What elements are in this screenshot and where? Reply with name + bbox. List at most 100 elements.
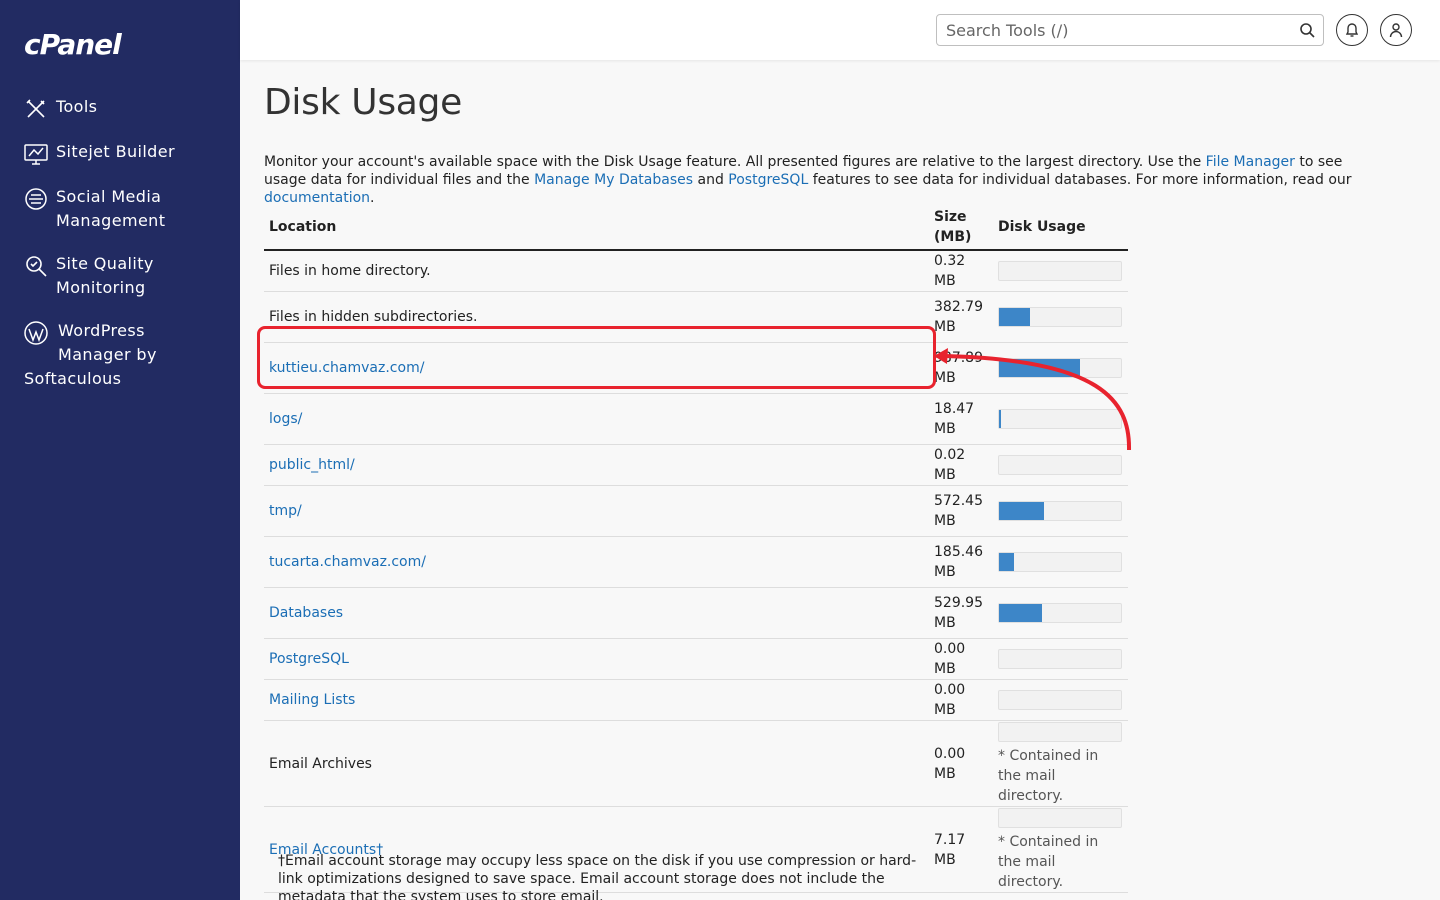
usage-header: Disk Usage — [993, 204, 1128, 251]
sidebar-item-social-media[interactable]: Social Media Management — [0, 182, 240, 233]
usage-cell: * Contained in the mail directory. — [993, 806, 1128, 893]
usage-cell — [993, 536, 1128, 588]
user-menu-button[interactable] — [1380, 14, 1412, 46]
size-cell: 7.17 MB — [929, 806, 993, 893]
top-header — [240, 0, 1440, 60]
disk-usage-table: Location Size (MB) Disk Usage Files in h… — [264, 204, 1128, 893]
search-input[interactable] — [937, 15, 1277, 45]
size-cell: 0.00 MB — [929, 679, 993, 721]
usage-cell — [993, 291, 1128, 343]
location-cell: public_html/ — [264, 444, 929, 486]
table-row: Files in home directory. 0.32 MB — [264, 250, 1128, 292]
site-quality-icon — [24, 254, 48, 278]
sidebar-item-label: Tools — [56, 97, 98, 116]
location-link[interactable]: tmp/ — [269, 503, 302, 519]
location-cell: tucarta.chamvaz.com/ — [264, 536, 929, 588]
location-link[interactable]: Databases — [269, 605, 343, 621]
search-box[interactable] — [936, 14, 1324, 46]
usage-bar-fill — [999, 604, 1042, 622]
tools-icon — [24, 97, 48, 121]
usage-cell — [993, 250, 1128, 292]
annotation-arrow — [934, 348, 1132, 451]
usage-bar-fill — [999, 308, 1030, 326]
notifications-button[interactable] — [1336, 14, 1368, 46]
location-label: Files in hidden subdirectories. — [269, 309, 478, 325]
sidebar-item-site-quality[interactable]: Site Quality Monitoring — [0, 249, 240, 300]
sidebar-item-label: Social Media Management — [56, 187, 166, 230]
postgresql-link[interactable]: PostgreSQL — [728, 172, 808, 188]
usage-bar-fill — [999, 502, 1044, 520]
highlight-box — [257, 326, 936, 389]
size-cell: 0.32 MB — [929, 250, 993, 292]
size-cell: 0.00 MB — [929, 638, 993, 680]
location-link[interactable]: public_html/ — [269, 457, 355, 473]
user-icon — [1389, 23, 1403, 38]
sidebar-nav: Tools Sitejet Builder Social Media Manag… — [0, 92, 240, 407]
location-cell: tmp/ — [264, 485, 929, 537]
file-manager-link[interactable]: File Manager — [1206, 154, 1295, 170]
location-cell: Databases — [264, 587, 929, 639]
location-link[interactable]: logs/ — [269, 411, 302, 427]
table-row: Mailing Lists 0.00 MB — [264, 679, 1128, 721]
sitejet-icon — [24, 142, 48, 166]
location-label: Email Archives — [269, 755, 372, 772]
location-cell: Mailing Lists — [264, 679, 929, 721]
table-row: Email Archives 0.00 MB * Contained in the … — [264, 720, 1128, 807]
usage-bar — [998, 649, 1122, 669]
table-header-row: Location Size (MB) Disk Usage — [264, 204, 1128, 251]
usage-bar — [998, 501, 1122, 521]
table-row: PostgreSQL 0.00 MB — [264, 638, 1128, 680]
location-header: Location — [264, 204, 929, 251]
size-header: Size (MB) — [929, 204, 993, 251]
usage-bar — [998, 552, 1122, 572]
social-media-icon — [24, 187, 48, 211]
sidebar-item-label: WordPress — [58, 321, 145, 340]
bell-icon — [1345, 23, 1359, 37]
usage-bar-fill — [999, 553, 1014, 571]
location-link[interactable]: PostgreSQL — [269, 651, 349, 667]
sidebar-item-sitejet[interactable]: Sitejet Builder — [0, 137, 240, 166]
usage-bar — [998, 807, 1122, 828]
email-footnote: †Email account storage may occupy less s… — [278, 853, 917, 900]
sidebar-item-label: Softaculous — [24, 369, 122, 388]
size-cell: 529.95 MB — [929, 587, 993, 639]
usage-cell — [993, 587, 1128, 639]
usage-cell — [993, 679, 1128, 721]
location-cell: Email Archives — [264, 720, 929, 807]
location-link[interactable]: tucarta.chamvaz.com/ — [269, 554, 426, 570]
usage-cell — [993, 485, 1128, 537]
usage-note: * Contained in the mail directory. — [998, 747, 1099, 804]
usage-bar — [998, 603, 1122, 623]
usage-cell: * Contained in the mail directory. — [993, 720, 1128, 807]
location-cell: Files in home directory. — [264, 250, 929, 292]
usage-bar — [998, 690, 1122, 710]
usage-bar — [998, 307, 1122, 327]
usage-note: * Contained in the mail directory. — [998, 833, 1099, 890]
wordpress-icon — [24, 321, 48, 345]
sidebar-item-wordpress[interactable]: WordPress Manager by Softaculous — [0, 316, 240, 391]
sidebar: cPanel Tools Sitejet Builder Social Medi… — [0, 0, 240, 900]
size-cell: 0.00 MB — [929, 720, 993, 807]
search-icon[interactable] — [1299, 22, 1315, 38]
usage-bar — [998, 721, 1122, 742]
size-cell: 572.45 MB — [929, 485, 993, 537]
table-row: tucarta.chamvaz.com/185.46 MB — [264, 536, 1128, 588]
table-row: Databases 529.95 MB — [264, 587, 1128, 639]
location-label: Files in home directory. — [269, 263, 431, 279]
usage-cell — [993, 638, 1128, 680]
sidebar-item-label: Sitejet Builder — [56, 142, 175, 161]
cpanel-logo[interactable]: cPanel — [24, 28, 122, 61]
table-row: tmp/572.45 MB — [264, 485, 1128, 537]
manage-databases-link[interactable]: Manage My Databases — [534, 172, 693, 188]
page-title: Disk Usage — [264, 82, 462, 123]
intro-text: Monitor your account's available space w… — [264, 154, 1352, 206]
sidebar-item-label: Manager by — [58, 345, 157, 364]
location-cell: logs/ — [264, 393, 929, 445]
location-link[interactable]: Mailing Lists — [269, 692, 355, 708]
size-cell: 382.79 MB — [929, 291, 993, 343]
location-cell: PostgreSQL — [264, 638, 929, 680]
usage-bar — [998, 261, 1122, 281]
sidebar-item-label: Site Quality Monitoring — [56, 254, 154, 297]
sidebar-item-tools[interactable]: Tools — [0, 92, 240, 121]
size-cell: 185.46 MB — [929, 536, 993, 588]
